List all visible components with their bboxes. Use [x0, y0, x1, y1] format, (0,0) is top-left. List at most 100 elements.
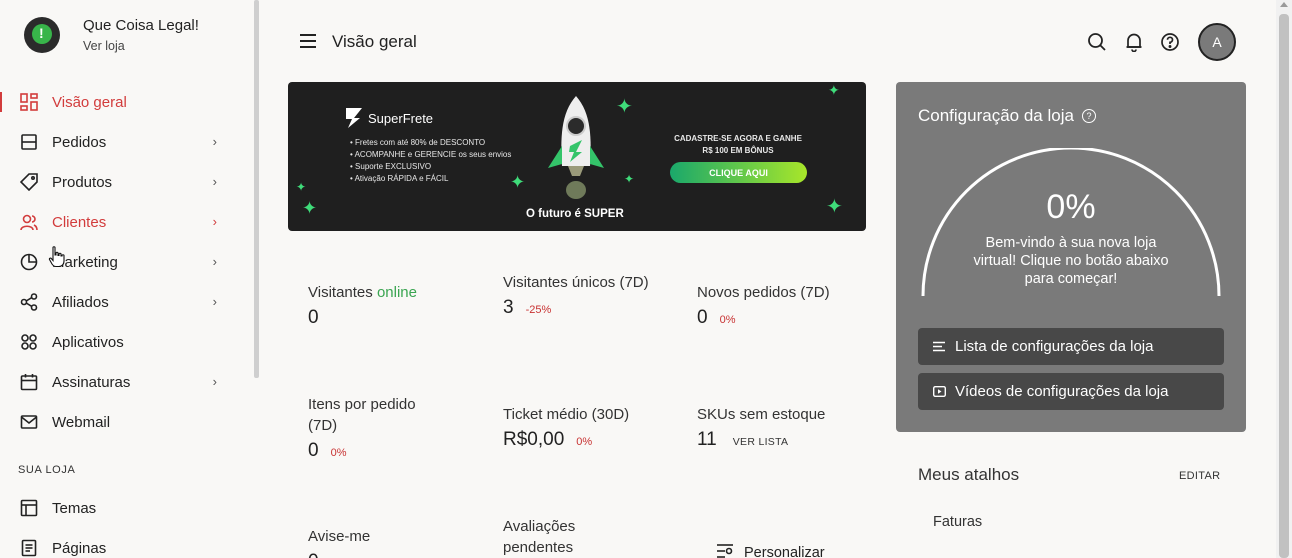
banner-brand: SuperFrete	[368, 111, 434, 126]
metric-delta: 0%	[330, 447, 347, 459]
banner-bullet: Suporte EXCLUSIVO	[350, 161, 511, 173]
hand-cursor-icon	[48, 246, 65, 268]
metric-label: Avise-me	[308, 528, 371, 545]
page-title: Visão geral	[332, 32, 417, 51]
sidebar-item-label: Webmail	[52, 413, 111, 431]
sidebar-item-apps[interactable]: Aplicativos	[0, 322, 240, 362]
sidebar-item-label: Produtos	[52, 173, 113, 191]
sidebar-item-label: Páginas	[52, 539, 107, 557]
sparkle-icon: ✦	[510, 172, 526, 192]
metric-value: 11	[697, 429, 717, 450]
metric-value: 0	[308, 307, 319, 328]
metric-label: Novos pedidos (7D)	[697, 284, 830, 301]
sidebar-item-subscriptions[interactable]: Assinaturas ›	[0, 362, 240, 402]
sidebar-item-products[interactable]: Produtos ›	[0, 162, 240, 202]
help-icon[interactable]: ?	[1081, 109, 1096, 123]
scroll-up-icon[interactable]	[1280, 2, 1288, 7]
orders-icon	[19, 132, 39, 152]
setup-videos-button[interactable]: Vídeos de configurações da loja	[918, 373, 1224, 410]
dashboard-icon	[19, 92, 39, 112]
sparkle-icon: ✦	[616, 96, 633, 118]
metric-unique-visitors: Visitantes únicos (7D) 3 -25%	[503, 272, 653, 319]
banner-bullet: Fretes com até 80% de DESCONTO	[350, 137, 511, 149]
metric-notify-me: Avise-me 0	[308, 526, 478, 558]
chevron-right-icon: ›	[212, 374, 217, 389]
sparkle-icon: ✦	[296, 180, 307, 194]
mail-icon	[19, 412, 39, 432]
sidebar-item-label: Temas	[52, 499, 97, 517]
store-nav: Temas Páginas	[0, 488, 240, 558]
sidebar-scrollbar[interactable]	[254, 0, 259, 378]
view-list-link[interactable]: VER LISTA	[733, 436, 789, 448]
banner-bullets: Fretes com até 80% de DESCONTO ACOMPANHE…	[350, 137, 512, 185]
store-header: Que Coisa Legal! Ver loja	[24, 17, 199, 53]
main-nav: Visão geral Pedidos › Produtos › Cliente…	[0, 82, 240, 442]
list-icon	[932, 341, 946, 353]
sidebar-item-affiliates[interactable]: Afiliados ›	[0, 282, 240, 322]
store-setup-title-text: Configuração da loja	[918, 106, 1074, 125]
customize-label: Personalizar	[744, 544, 825, 558]
banner-bullet: Ativação RÁPIDA e FÁCIL	[350, 173, 511, 185]
sidebar-item-orders[interactable]: Pedidos ›	[0, 122, 240, 162]
metric-value: 0	[697, 307, 708, 328]
video-icon	[932, 386, 946, 398]
rocket-icon	[548, 96, 604, 199]
metric-value: 3	[503, 297, 514, 318]
scrollbar-thumb[interactable]	[1279, 14, 1289, 558]
page-icon	[19, 538, 39, 558]
metric-new-orders: Novos pedidos (7D) 0 0%	[697, 282, 857, 329]
metric-delta: -25%	[525, 304, 552, 316]
metric-value: 0	[308, 440, 319, 461]
chevron-right-icon: ›	[212, 134, 217, 149]
share-icon	[19, 292, 39, 312]
chevron-right-icon: ›	[212, 174, 217, 189]
pie-chart-icon	[19, 252, 39, 272]
sparkle-icon: ✦	[624, 172, 635, 186]
sidebar-item-webmail[interactable]: Webmail	[0, 402, 240, 442]
metric-value: 0	[308, 551, 319, 558]
metric-value: R$0,00	[503, 429, 565, 450]
customize-button[interactable]: Personalizar	[716, 542, 825, 558]
metric-label: Ticket médio (30D)	[503, 406, 630, 423]
sidebar-item-customers[interactable]: Clientes ›	[0, 202, 240, 242]
sparkle-icon: ✦	[826, 196, 843, 218]
metric-label: Avaliações pendentes	[503, 518, 576, 556]
online-label: online	[376, 284, 417, 301]
store-setup-panel: Configuração da loja ? 0% Bem-vindo à su…	[896, 82, 1246, 432]
section-label-store: SUA LOJA	[18, 464, 76, 476]
calendar-icon	[19, 372, 39, 392]
sidebar-item-marketing[interactable]: Marketing ›	[0, 242, 240, 282]
sidebar-item-pages[interactable]: Páginas	[0, 528, 240, 558]
banner-cta-button[interactable]: CLIQUE AQUI	[670, 162, 807, 183]
store-name: Que Coisa Legal!	[83, 17, 199, 34]
chevron-right-icon: ›	[212, 254, 217, 269]
store-logo-icon[interactable]	[24, 17, 60, 53]
sidebar-item-overview[interactable]: Visão geral	[0, 82, 240, 122]
chevron-right-icon: ›	[212, 214, 217, 229]
sidebar-item-themes[interactable]: Temas	[0, 488, 240, 528]
sparkle-icon: ✦	[828, 82, 840, 98]
metric-visitors-online: Visitantes online 0	[308, 282, 478, 329]
view-store-link[interactable]: Ver loja	[83, 39, 199, 53]
promo-banner[interactable]: ✦ ✦ ✦ ✦ ✦ ✦ ✦ SuperFrete Fretes com até …	[288, 82, 866, 231]
sparkle-icon: ✦	[302, 198, 318, 218]
bell-icon[interactable]	[1124, 32, 1144, 53]
search-icon[interactable]	[1087, 32, 1107, 52]
edit-shortcuts-link[interactable]: EDITAR	[1179, 470, 1220, 482]
shortcut-item[interactable]: Faturas	[933, 514, 982, 530]
layout-icon	[19, 498, 39, 518]
metric-items-per-order: Itens por pedido (7D) 0 0%	[308, 394, 448, 462]
avatar[interactable]: A	[1198, 23, 1236, 61]
help-icon[interactable]	[1160, 32, 1180, 52]
sidebar-item-label: Pedidos	[52, 133, 107, 151]
page-scrollbar[interactable]	[1276, 0, 1292, 558]
setup-list-label: Lista de configurações da loja	[955, 338, 1154, 355]
banner-cta-text: CADASTRE-SE AGORA E GANHE R$ 100 EM BÔNU…	[674, 134, 802, 155]
top-header: Visão geral A	[288, 22, 1248, 62]
setup-list-button[interactable]: Lista de configurações da loja	[918, 328, 1224, 365]
hamburger-menu-icon[interactable]	[300, 34, 316, 48]
sidebar-item-label: Assinaturas	[52, 373, 131, 391]
banner-tagline: O futuro é SUPER	[526, 208, 624, 220]
metric-delta: 0%	[576, 436, 593, 448]
metric-label: Visitantes	[308, 284, 373, 301]
